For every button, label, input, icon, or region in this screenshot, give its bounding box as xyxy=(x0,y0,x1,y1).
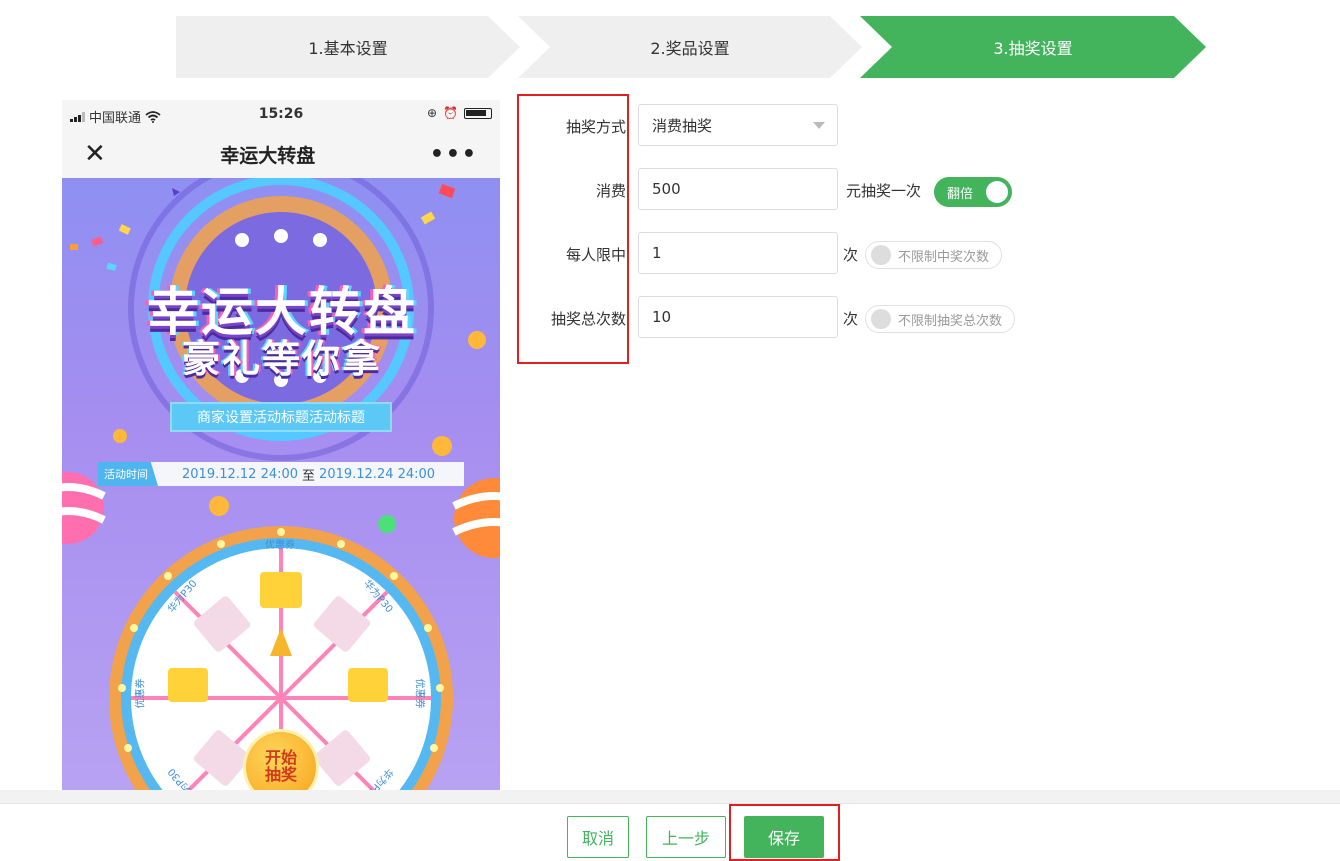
total-draws-input[interactable]: 10 xyxy=(638,296,838,338)
activity-time-tag: 活动时间 xyxy=(98,462,158,486)
spend-value: 500 xyxy=(652,180,681,198)
lottery-settings-page: 1.基本设置 2.奖品设置 3.抽奖设置 中国联通 15:26 ⊕ ⏰ ✕ 幸运… xyxy=(0,0,1340,861)
draw-method-label: 抽奖方式 xyxy=(565,118,626,136)
spend-input[interactable]: 500 xyxy=(638,168,838,210)
lottery-banner: 幸运大转盘 豪礼等你拿 商家设置活动标题活动标题 活动时间 2019.12.12… xyxy=(62,178,500,790)
unlimited-wins-toggle[interactable]: 不限制中奖次数 xyxy=(865,241,1003,269)
start-lottery-label: 开始 抽奖 xyxy=(264,749,297,784)
toggle-knob xyxy=(871,245,891,265)
double-toggle-label: 翻倍 xyxy=(947,186,974,202)
per-person-limit-suffix: 次 xyxy=(843,246,859,264)
footer-divider xyxy=(0,790,1340,804)
location-icon: ⊕ xyxy=(426,106,438,120)
per-person-limit-label: 每人限中 xyxy=(565,246,626,264)
unlimited-total-toggle[interactable]: 不限制抽奖总次数 xyxy=(865,305,1016,333)
wheel-label-right: 优惠券 xyxy=(413,678,425,709)
wheel-label-top: 优惠券 xyxy=(265,540,295,551)
activity-title: 商家设置活动标题活动标题 xyxy=(170,402,392,432)
activity-time-separator: 至 xyxy=(302,468,316,484)
start-line-2: 抽奖 xyxy=(264,765,297,784)
toggle-knob xyxy=(986,181,1008,203)
total-draws-suffix: 次 xyxy=(843,310,859,328)
phone-nav-title: 幸运大转盘 xyxy=(220,144,316,167)
unlimited-wins-label: 不限制中奖次数 xyxy=(898,249,990,265)
spend-label: 消费 xyxy=(595,182,626,200)
more-icon[interactable]: ••• xyxy=(430,142,478,167)
draw-method-select[interactable]: 消费抽奖 xyxy=(638,104,838,146)
alarm-icon: ⏰ xyxy=(443,106,458,120)
chevron-down-icon xyxy=(813,122,825,129)
cancel-button[interactable]: 取消 xyxy=(567,816,629,858)
close-icon[interactable]: ✕ xyxy=(84,141,106,167)
per-person-limit-value: 1 xyxy=(652,244,662,262)
step-label: 3.抽奖设置 xyxy=(993,39,1073,58)
save-button[interactable]: 保存 xyxy=(744,816,824,858)
unlimited-total-label: 不限制抽奖总次数 xyxy=(898,313,1003,329)
activity-end-time: 2019.12.24 24:00 xyxy=(319,466,436,482)
status-bar: 中国联通 15:26 ⊕ ⏰ xyxy=(62,100,500,130)
activity-time-bar: 活动时间 2019.12.12 24:00 至 2019.12.24 24:00 xyxy=(98,462,464,486)
banner-subtitle: 豪礼等你拿 xyxy=(181,337,382,381)
activity-start-time: 2019.12.12 24:00 xyxy=(182,466,299,482)
double-toggle[interactable]: 翻倍 xyxy=(934,177,1012,207)
toggle-knob xyxy=(871,309,891,329)
wheel-label-left: 优惠券 xyxy=(135,678,147,709)
previous-step-button[interactable]: 上一步 xyxy=(646,816,726,858)
step-label: 1.基本设置 xyxy=(308,39,388,58)
per-person-limit-input[interactable]: 1 xyxy=(638,232,838,274)
phone-nav-bar: ✕ 幸运大转盘 ••• xyxy=(62,130,500,178)
phone-preview: 中国联通 15:26 ⊕ ⏰ ✕ 幸运大转盘 ••• 幸运大转盘 豪礼等你拿 商… xyxy=(62,100,500,790)
step-lottery-settings[interactable]: 3.抽奖设置 xyxy=(860,16,1206,78)
spend-suffix: 元抽奖一次 xyxy=(846,182,922,200)
step-basic-settings[interactable]: 1.基本设置 xyxy=(176,16,520,78)
step-prize-settings[interactable]: 2.奖品设置 xyxy=(518,16,862,78)
status-icons: ⊕ ⏰ xyxy=(427,106,492,120)
total-draws-label: 抽奖总次数 xyxy=(550,310,626,328)
total-draws-value: 10 xyxy=(652,308,672,326)
battery-icon xyxy=(464,107,492,119)
draw-method-value: 消费抽奖 xyxy=(652,116,713,135)
step-label: 2.奖品设置 xyxy=(650,39,730,58)
